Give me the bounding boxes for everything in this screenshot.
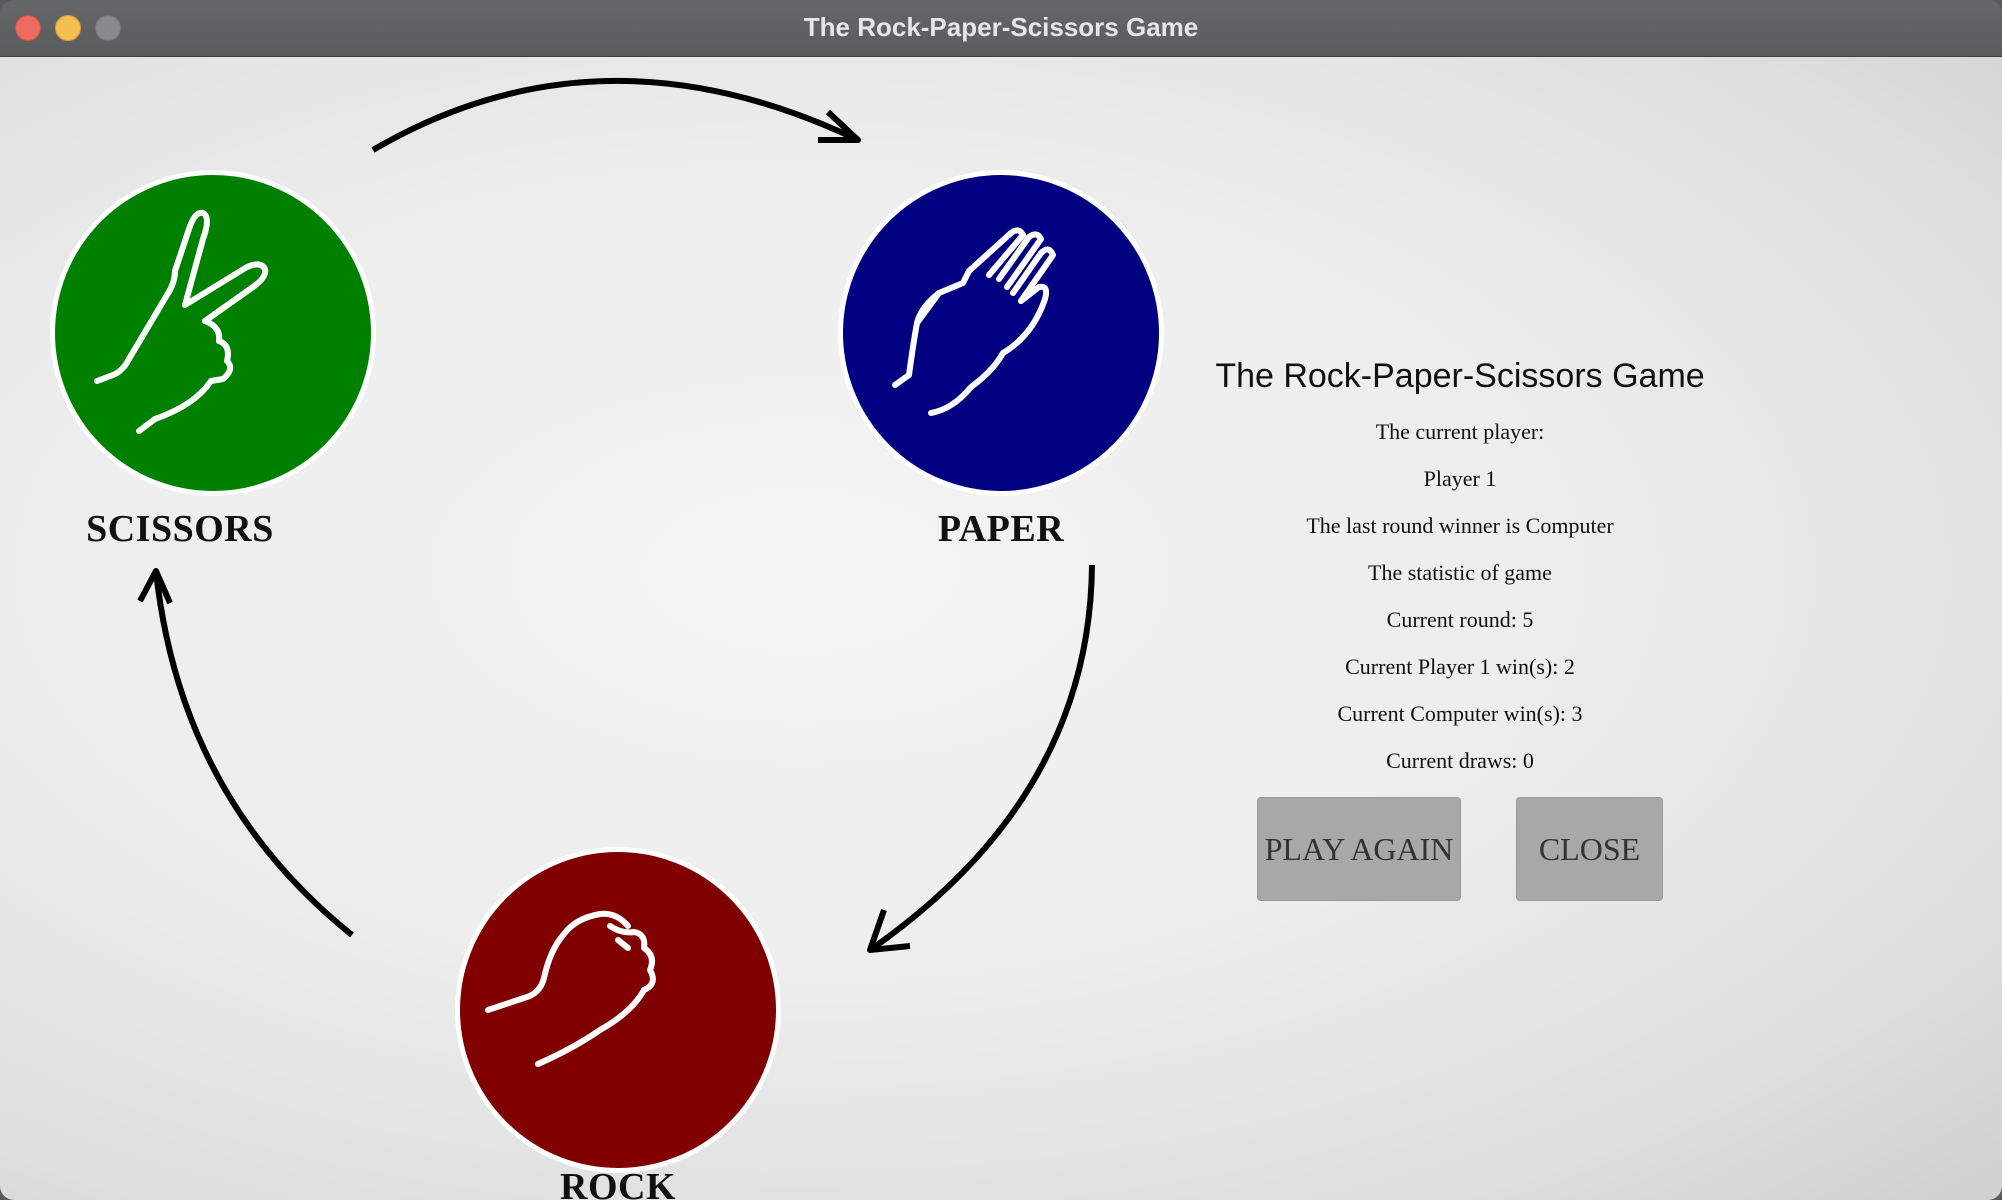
paper-label: PAPER	[937, 508, 1065, 550]
player-wins: Current Player 1 win(s): 2	[1345, 654, 1575, 679]
title-bar: The Rock-Paper-Scissors Game	[0, 0, 2002, 57]
close-button[interactable]: CLOSE	[1516, 797, 1663, 901]
window-title: The Rock-Paper-Scissors Game	[803, 12, 1199, 42]
panel-title: The Rock-Paper-Scissors Game	[1215, 357, 1705, 395]
current-player-label: The current player:	[1375, 419, 1545, 444]
statistic-heading: The statistic of game	[1368, 560, 1552, 585]
rock-choice-button[interactable]	[455, 847, 781, 1173]
arrow-paper-to-rock	[868, 564, 1095, 953]
paper-hand-icon	[892, 227, 1056, 416]
arrow-scissors-to-paper	[371, 77, 860, 153]
play-again-button[interactable]: PLAY AGAIN	[1257, 797, 1461, 901]
current-player-value: Player 1	[1423, 466, 1497, 491]
scissors-label: SCISSORS	[86, 508, 274, 550]
rock-hand-icon	[485, 910, 656, 1067]
game-window: The Rock-Paper-Scissors Game SCISSORS PA…	[0, 0, 2002, 1200]
game-board: SCISSORS PAPER ROCK The Rock-Paper-Sciss…	[0, 57, 2002, 1200]
current-round: Current round: 5	[1386, 607, 1534, 632]
paper-choice-button[interactable]	[838, 170, 1164, 496]
computer-wins: Current Computer win(s): 3	[1337, 701, 1583, 726]
draws-count: Current draws: 0	[1386, 748, 1534, 773]
scissors-choice-button[interactable]	[50, 170, 376, 496]
rock-label: ROCK	[560, 1166, 676, 1200]
last-round-winner: The last round winner is Computer	[1306, 513, 1614, 538]
arrow-rock-to-scissors	[153, 570, 354, 938]
scissors-hand-icon	[94, 209, 269, 434]
